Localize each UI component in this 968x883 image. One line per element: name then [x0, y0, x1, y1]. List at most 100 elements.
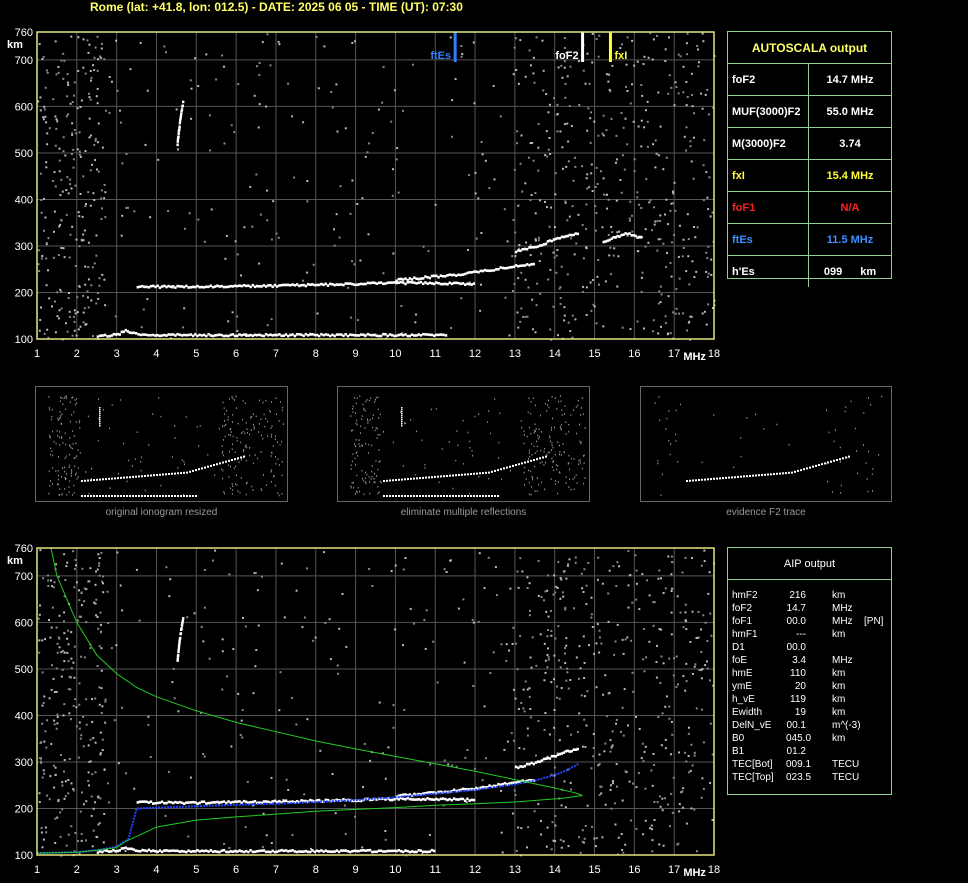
marker-label-ftes: ftEs	[430, 50, 451, 62]
aip-name: B1	[732, 746, 745, 757]
aip-row: foF1 00.0 MHz [PN]	[728, 616, 891, 629]
autoscala-value-text: 14.7 MHz	[826, 73, 874, 86]
autoscala-key: foF1	[728, 192, 809, 223]
x-tick-label: 17	[668, 864, 680, 876]
thumbnail-original	[35, 386, 288, 502]
x-tick-label: 4	[153, 864, 159, 876]
aip-name: B0	[732, 733, 745, 744]
x-tick-label: 12	[469, 864, 481, 876]
echo-trace	[176, 100, 185, 147]
echo-trace	[395, 262, 535, 283]
aip-unit: km	[832, 707, 846, 718]
echo-trace	[136, 280, 476, 289]
autoscala-key: MUF(3000)F2	[728, 96, 809, 127]
x-tick-label: 15	[588, 348, 600, 360]
echo-trace	[514, 232, 579, 254]
autoscala-key: ftEs	[728, 224, 809, 255]
thumbnail-no-multiple	[337, 386, 590, 502]
autoscala-value: N/A	[809, 192, 891, 223]
aip-value: 119	[790, 694, 806, 705]
x-tick-label: 1	[34, 348, 40, 360]
y-tick-label: 300	[15, 241, 33, 253]
aip-row: Ewidth 19 km	[728, 707, 891, 720]
x-tick-label: 3	[114, 864, 120, 876]
x-tick-label: 5	[193, 864, 199, 876]
aip-name: ymE	[732, 681, 752, 692]
y-tick-label: 600	[15, 101, 33, 113]
aip-row: TEC[Bot] 009.1 TECU	[728, 759, 891, 772]
aip-unit: km	[832, 733, 846, 744]
aip-row: B1 01.2	[728, 746, 891, 759]
x-tick-label: 8	[313, 348, 319, 360]
aip-value: 045.0	[786, 733, 812, 744]
aip-name: h_vE	[732, 694, 755, 705]
aip-unit: km	[832, 681, 846, 692]
aip-name: foF1	[732, 616, 753, 627]
autoscala-value-text: 099	[823, 265, 843, 278]
echo-trace	[136, 796, 476, 805]
aip-row: B0 045.0 km	[728, 733, 891, 746]
x-tick-label: 7	[273, 864, 279, 876]
aip-name: hmF1	[732, 629, 758, 640]
autoscala-value-text: 3.74	[839, 137, 861, 150]
aip-value: 110	[790, 668, 806, 679]
aip-unit: km	[832, 629, 846, 640]
autoscala-value: 14.7 MHz	[809, 64, 891, 95]
autoscala-unit: km	[860, 265, 877, 278]
autoscala-value: 099 km	[809, 256, 891, 287]
autoscala-row: foF1 N/A	[728, 192, 891, 224]
x-tick-label: 9	[353, 864, 359, 876]
aip-unit: MHz	[832, 655, 853, 666]
autoscala-row: MUF(3000)F2 55.0 MHz	[728, 96, 891, 128]
x-tick-label: 5	[193, 348, 199, 360]
aip-unit: TECU	[832, 759, 860, 770]
aip-name: hmE	[732, 668, 753, 679]
y-tick-label: 100	[15, 334, 33, 346]
autoscala-value-text: 15.4 MHz	[826, 169, 874, 182]
aip-value: ---	[796, 629, 806, 640]
aip-unit: km	[832, 590, 846, 601]
aip-value: 19	[794, 707, 806, 718]
profile-curve	[36, 795, 583, 854]
aip-value: 00.1	[786, 720, 806, 731]
y-tick-label: 700	[15, 55, 33, 67]
aip-name: hmF2	[732, 590, 758, 601]
aip-name: foF2	[732, 603, 753, 614]
aip-row: ymE 20 km	[728, 681, 891, 694]
aip-name: TEC[Bot]	[732, 759, 773, 770]
x-tick-label: 2	[74, 348, 80, 360]
thumbnail-caption-no-multiple: eliminate multiple reflections	[400, 507, 527, 518]
x-axis-unit: MHz	[683, 351, 706, 363]
aip-row: DelN_vE 00.1 m^(-3)	[728, 720, 891, 733]
aip-row: hmF2 216 km	[728, 590, 891, 603]
autoscala-row: foF2 14.7 MHz	[728, 64, 891, 96]
marker-line-ftes	[453, 32, 457, 62]
x-tick-label: 18	[708, 864, 720, 876]
marker-label-fxi: fxI	[614, 50, 627, 62]
autoscala-row: fxI 15.4 MHz	[728, 160, 891, 192]
aip-name: foE	[732, 655, 748, 666]
thumbnail-caption-original: original ionogram resized	[105, 507, 218, 518]
x-tick-label: 6	[233, 348, 239, 360]
x-tick-label: 10	[389, 864, 401, 876]
echo-trace	[514, 747, 579, 770]
autoscala-value-text: 11.5 MHz	[826, 233, 874, 246]
autoscala-panel: AUTOSCALA output foF2 14.7 MHz MUF(3000)F2…	[727, 31, 892, 287]
x-tick-label: 11	[430, 348, 441, 360]
thumbnail-echoes	[48, 395, 284, 497]
x-tick-label: 14	[549, 348, 561, 360]
aip-row: hmF1 --- km	[728, 629, 891, 642]
profile-curve	[50, 547, 583, 796]
aip-name: TEC[Top]	[732, 772, 774, 783]
marker-line-fof2	[581, 32, 585, 62]
x-tick-label: 12	[469, 348, 481, 360]
aip-unit: MHz	[832, 616, 853, 627]
aip-unit: MHz	[832, 603, 853, 614]
y-tick-label: 760	[15, 27, 33, 39]
x-tick-label: 14	[549, 864, 561, 876]
autoscala-row: ftEs 11.5 MHz	[728, 224, 891, 256]
x-axis-unit: MHz	[683, 867, 706, 879]
x-tick-label: 18	[708, 348, 720, 360]
x-tick-label: 11	[430, 864, 441, 876]
autoscala-key: M(3000)F2	[728, 128, 809, 159]
